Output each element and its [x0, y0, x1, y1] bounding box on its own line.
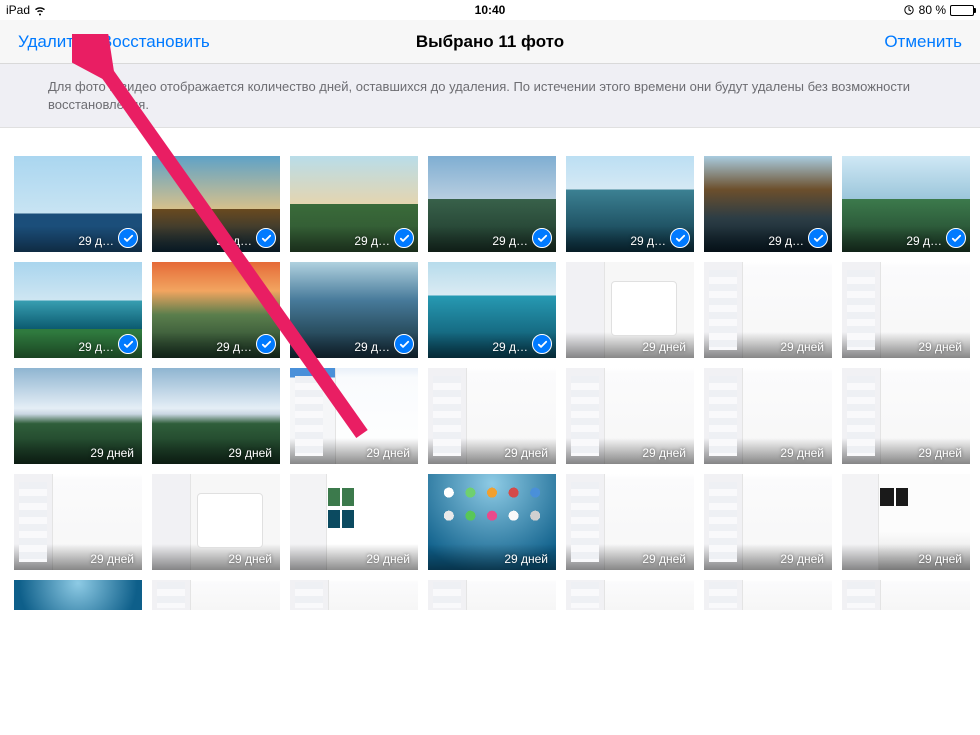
selected-check-icon: [532, 334, 552, 354]
photo-thumbnail[interactable]: 29 д…: [566, 156, 694, 252]
nav-title: Выбрано 11 фото: [416, 32, 564, 52]
days-remaining-label: 29 дней: [366, 552, 410, 566]
days-remaining-label: 29 д…: [354, 340, 390, 354]
days-remaining-label: 29 дней: [366, 446, 410, 460]
photo-thumbnail[interactable]: 29 дней: [14, 474, 142, 570]
photo-thumbnail[interactable]: 29 д…: [152, 156, 280, 252]
nav-bar: Удалить Восстановить Выбрано 11 фото Отм…: [0, 20, 980, 64]
photo-thumbnail[interactable]: 29 дней: [566, 368, 694, 464]
days-remaining-label: 29 дней: [918, 446, 962, 460]
days-remaining-label: 29 д…: [630, 234, 666, 248]
days-remaining-label: 29 дней: [918, 552, 962, 566]
selected-check-icon: [394, 228, 414, 248]
battery-percent: 80 %: [919, 3, 946, 17]
cancel-button[interactable]: Отменить: [884, 32, 962, 52]
photo-thumbnail[interactable]: [428, 580, 556, 610]
photo-grid-scroll[interactable]: 29 д… 29 д… 29 д… 29 д… 29 д… 29 д… 29 д… 29 д……: [0, 128, 980, 735]
battery-icon: [950, 5, 974, 16]
days-remaining-label: 29 дней: [780, 552, 824, 566]
days-remaining-label: 29 дней: [228, 446, 272, 460]
selected-check-icon: [118, 228, 138, 248]
photo-thumbnail[interactable]: [290, 580, 418, 610]
photo-thumbnail[interactable]: 29 дней: [152, 368, 280, 464]
device-label: iPad: [6, 3, 30, 17]
info-banner: Для фото и видео отображается количество…: [0, 64, 980, 128]
days-remaining-label: 29 д…: [354, 234, 390, 248]
days-remaining-label: 29 дней: [780, 446, 824, 460]
photo-grid: 29 д… 29 д… 29 д… 29 д… 29 д… 29 д… 29 д… 29 д……: [14, 156, 966, 570]
photo-thumbnail[interactable]: 29 дней: [842, 474, 970, 570]
days-remaining-label: 29 д…: [78, 234, 114, 248]
days-remaining-label: 29 дней: [90, 552, 134, 566]
photo-thumbnail[interactable]: 29 дней: [290, 474, 418, 570]
status-bar: iPad 10:40 80 %: [0, 0, 980, 20]
selected-check-icon: [946, 228, 966, 248]
selected-check-icon: [118, 334, 138, 354]
photo-thumbnail[interactable]: [842, 580, 970, 610]
days-remaining-label: 29 дней: [642, 446, 686, 460]
selected-check-icon: [670, 228, 690, 248]
selected-check-icon: [256, 228, 276, 248]
photo-thumbnail[interactable]: 29 дней: [704, 474, 832, 570]
days-remaining-label: 29 д…: [492, 234, 528, 248]
photo-thumbnail[interactable]: 29 дней: [428, 368, 556, 464]
photo-thumbnail[interactable]: 29 дней: [152, 474, 280, 570]
photo-thumbnail[interactable]: [152, 580, 280, 610]
selected-check-icon: [808, 228, 828, 248]
photo-thumbnail[interactable]: [14, 580, 142, 610]
status-time: 10:40: [475, 3, 506, 17]
days-remaining-label: 29 д…: [768, 234, 804, 248]
photo-thumbnail[interactable]: 29 д…: [290, 262, 418, 358]
recover-button[interactable]: Восстановить: [101, 32, 210, 52]
photo-thumbnail[interactable]: 29 д…: [290, 156, 418, 252]
photo-thumbnail[interactable]: 29 дней: [290, 368, 418, 464]
days-remaining-label: 29 д…: [78, 340, 114, 354]
photo-thumbnail[interactable]: 29 д…: [428, 262, 556, 358]
selected-check-icon: [394, 334, 414, 354]
photo-thumbnail[interactable]: [704, 580, 832, 610]
photo-grid-partial-row: [14, 580, 966, 610]
days-remaining-label: 29 д…: [906, 234, 942, 248]
photo-thumbnail[interactable]: 29 дней: [704, 262, 832, 358]
selected-check-icon: [532, 228, 552, 248]
info-banner-text: Для фото и видео отображается количество…: [48, 79, 910, 112]
days-remaining-label: 29 дней: [90, 446, 134, 460]
photo-thumbnail[interactable]: 29 д…: [842, 156, 970, 252]
delete-button[interactable]: Удалить: [18, 32, 83, 52]
days-remaining-label: 29 дней: [228, 552, 272, 566]
photo-thumbnail[interactable]: [566, 580, 694, 610]
days-remaining-label: 29 дней: [642, 340, 686, 354]
days-remaining-label: 29 д…: [492, 340, 528, 354]
photo-thumbnail[interactable]: 29 д…: [704, 156, 832, 252]
wifi-icon: [34, 4, 46, 16]
selected-check-icon: [256, 334, 276, 354]
photo-thumbnail[interactable]: 29 дней: [566, 474, 694, 570]
photo-thumbnail[interactable]: 29 дней: [14, 368, 142, 464]
days-remaining-label: 29 дней: [780, 340, 824, 354]
photo-thumbnail[interactable]: 29 д…: [428, 156, 556, 252]
rotation-lock-icon: [903, 4, 915, 16]
photo-thumbnail[interactable]: 29 дней: [704, 368, 832, 464]
days-remaining-label: 29 дней: [504, 446, 548, 460]
days-remaining-label: 29 д…: [216, 340, 252, 354]
photo-thumbnail[interactable]: 29 дней: [842, 368, 970, 464]
photo-thumbnail[interactable]: 29 дней: [566, 262, 694, 358]
photo-thumbnail[interactable]: 29 дней: [428, 474, 556, 570]
photo-thumbnail[interactable]: 29 д…: [152, 262, 280, 358]
days-remaining-label: 29 дней: [504, 552, 548, 566]
photo-thumbnail[interactable]: 29 дней: [842, 262, 970, 358]
photo-thumbnail[interactable]: 29 д…: [14, 156, 142, 252]
days-remaining-label: 29 дней: [918, 340, 962, 354]
days-remaining-label: 29 дней: [642, 552, 686, 566]
photo-thumbnail[interactable]: 29 д…: [14, 262, 142, 358]
days-remaining-label: 29 д…: [216, 234, 252, 248]
